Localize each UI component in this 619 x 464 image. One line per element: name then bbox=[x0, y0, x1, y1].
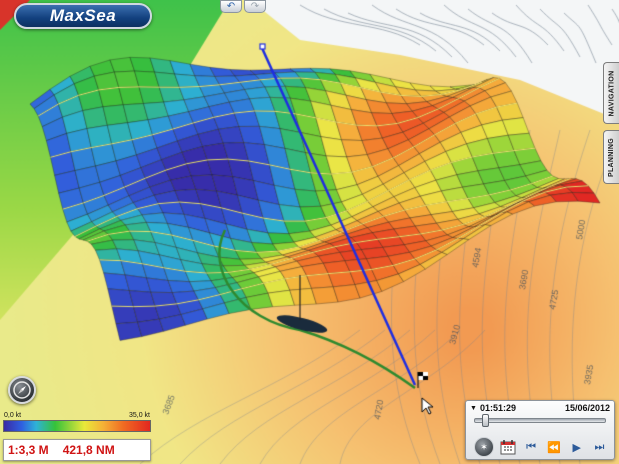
last-icon: ⏭ bbox=[594, 440, 605, 453]
undo-redo-group: ↶ ↷ bbox=[220, 0, 266, 13]
compass-icon: ✶ bbox=[480, 441, 488, 452]
map-view[interactable] bbox=[0, 0, 619, 464]
play-button[interactable]: ▶ bbox=[568, 439, 585, 456]
date-value: 15/06/2012 bbox=[564, 403, 610, 413]
maxsea-logo: MaxSea bbox=[14, 3, 152, 29]
redo-button[interactable]: ↷ bbox=[244, 0, 266, 13]
redo-icon: ↷ bbox=[250, 0, 260, 12]
wind-speed-legend: 0,0 kt 35,0 kt bbox=[3, 412, 151, 432]
scale-distance-box: 1:3,3 M 421,8 NM bbox=[3, 439, 151, 461]
step-back-button[interactable]: ⏪ bbox=[545, 439, 562, 456]
calendar-button[interactable] bbox=[500, 439, 517, 456]
legend-color-bar bbox=[3, 420, 151, 432]
time-value: 01:51:29 bbox=[479, 403, 516, 413]
step-back-icon: ⏪ bbox=[547, 441, 561, 454]
compass-icon bbox=[13, 381, 31, 399]
last-frame-button[interactable]: ⏭ bbox=[591, 439, 608, 456]
time-slider[interactable] bbox=[474, 414, 606, 427]
tab-planning[interactable]: PLANNING bbox=[603, 130, 619, 184]
animation-compass-button[interactable]: ✶ bbox=[474, 437, 494, 457]
time-slider-thumb[interactable] bbox=[482, 414, 490, 427]
triangle-down-icon[interactable]: ▼ bbox=[470, 405, 477, 412]
tab-navigation-label: NAVIGATION bbox=[608, 70, 615, 116]
undo-icon: ↶ bbox=[226, 0, 236, 12]
first-frame-button[interactable]: ⏮ bbox=[523, 439, 540, 456]
first-icon: ⏮ bbox=[526, 440, 537, 453]
time-control-panel: ▼ 01:51:29 15/06/2012 ✶ ⏮ ⏪ ▶ ⏭ bbox=[465, 400, 615, 460]
play-icon: ▶ bbox=[572, 441, 581, 454]
legend-min-label: 0,0 kt bbox=[4, 412, 22, 419]
logo-text: MaxSea bbox=[49, 6, 117, 25]
calendar-icon bbox=[500, 440, 516, 455]
tab-navigation[interactable]: NAVIGATION bbox=[603, 62, 619, 124]
tab-planning-label: PLANNING bbox=[608, 137, 615, 177]
scale-value: 1:3,3 M bbox=[8, 443, 49, 457]
compass-button[interactable] bbox=[8, 376, 36, 404]
legend-max-label: 35,0 kt bbox=[128, 412, 150, 419]
distance-value: 421,8 NM bbox=[62, 443, 115, 457]
undo-button[interactable]: ↶ bbox=[220, 0, 242, 13]
